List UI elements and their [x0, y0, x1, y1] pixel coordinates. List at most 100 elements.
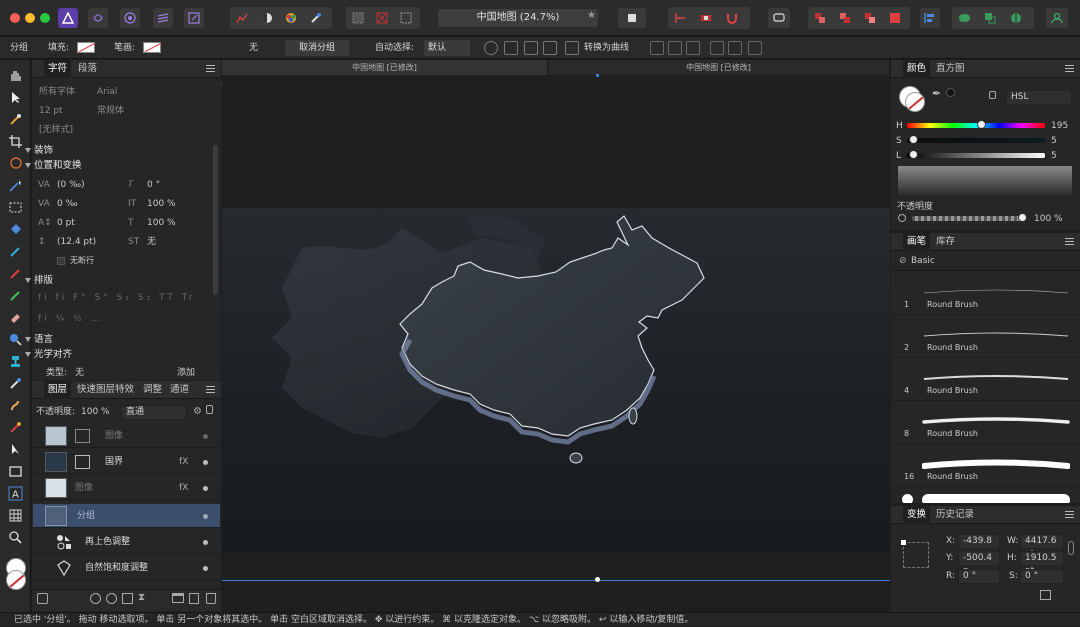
opacity-slider-knob[interactable] — [1018, 213, 1027, 222]
tab-adjustments[interactable]: 调整 — [139, 381, 166, 399]
close-window-button[interactable] — [10, 13, 20, 23]
opacity-value[interactable]: 100 % — [1034, 210, 1063, 228]
width-field[interactable]: 4417.6 pt — [1020, 534, 1064, 559]
brush-item[interactable]: 16 Round Brush — [892, 445, 1080, 487]
layer-visibility-icon[interactable] — [203, 460, 208, 465]
type-value[interactable]: 无 — [75, 364, 84, 382]
saturation-slider[interactable] — [907, 138, 1045, 143]
layer-visibility-icon[interactable] — [203, 434, 208, 439]
language-section[interactable]: 语言 — [24, 332, 53, 348]
selection-brush-icon[interactable] — [8, 156, 23, 171]
healing-brush-icon[interactable] — [8, 376, 23, 391]
live-filter-icon[interactable] — [122, 593, 133, 604]
color-gradient-box[interactable] — [898, 166, 1072, 198]
align-icon[interactable] — [920, 8, 940, 28]
y-field[interactable]: -500.4 p — [958, 551, 1000, 576]
lock-icon[interactable] — [206, 405, 213, 414]
optical-alignment-section[interactable]: 光学对齐 — [24, 347, 72, 363]
align-top-icon[interactable] — [710, 41, 724, 55]
layer-visibility-icon[interactable] — [203, 540, 208, 545]
scale-mode-icon[interactable] — [543, 41, 557, 55]
add-shapes-icon[interactable] — [954, 8, 974, 28]
liquify-persona-icon[interactable] — [120, 8, 140, 28]
font-family-dropdown[interactable]: Arial — [97, 83, 117, 101]
fx-icon[interactable]: fX — [179, 483, 188, 493]
erase-brush-icon[interactable] — [8, 310, 23, 325]
stroke-color-well[interactable] — [905, 92, 925, 112]
move-to-back-icon[interactable] — [810, 8, 830, 28]
vertical-scale-field[interactable]: 100 % — [147, 195, 176, 213]
align-left-icon[interactable] — [650, 41, 664, 55]
canvas-area[interactable]: 中国地图 [已修改] 中国地图 [已修改] — [222, 60, 890, 612]
selection-handle[interactable] — [595, 577, 600, 582]
tab-channels[interactable]: 通道 — [166, 381, 193, 399]
font-collection-dropdown[interactable]: 所有字体 — [39, 83, 75, 101]
tracking-field[interactable]: (0 ‰) — [57, 176, 85, 194]
marquee-tool-icon[interactable] — [8, 200, 23, 215]
move-to-front-icon[interactable] — [885, 8, 905, 28]
layer-visibility-icon[interactable] — [203, 514, 208, 519]
folder-icon[interactable] — [172, 593, 184, 603]
link-aspect-icon[interactable] — [1068, 541, 1074, 555]
view-tool-icon[interactable] — [8, 68, 23, 83]
add-layer-icon[interactable] — [189, 593, 199, 604]
add-button[interactable]: 添加 — [177, 364, 195, 382]
brush-item[interactable]: 4 Round Brush — [892, 359, 1080, 401]
no-break-checkbox[interactable] — [57, 257, 65, 265]
tab-document-2[interactable]: 中国地图 [已修改] — [548, 60, 890, 75]
convert-curves-icon[interactable] — [565, 41, 579, 55]
lightness-value[interactable]: 5 — [1051, 147, 1057, 165]
trash-icon[interactable] — [206, 593, 216, 604]
color-model-dropdown[interactable]: HSL — [1006, 90, 1072, 105]
dodge-tool-icon[interactable] — [8, 332, 23, 347]
clone-brush-icon[interactable] — [8, 354, 23, 369]
rotation-field[interactable]: 0 ° — [958, 569, 1000, 584]
layer-visibility-icon[interactable] — [203, 566, 208, 571]
caps-field[interactable]: 无 — [147, 233, 156, 251]
intersect-shapes-icon[interactable] — [1006, 8, 1026, 28]
auto-color-icon[interactable] — [281, 8, 301, 28]
baseline-field[interactable]: 0 pt — [57, 214, 75, 232]
flood-select-icon[interactable] — [8, 178, 23, 193]
layer-row-selected[interactable]: 分组 — [33, 504, 220, 528]
bounding-box-icon[interactable] — [504, 41, 518, 55]
layer-visibility-icon[interactable] — [203, 486, 208, 491]
tab-quick-fx[interactable]: 快速图层特效 — [73, 381, 138, 399]
tab-layers[interactable]: 图层 — [44, 381, 72, 399]
brush-item[interactable]: 8 Round Brush — [892, 402, 1080, 444]
lightness-slider[interactable] — [907, 153, 1045, 158]
color-lock-icon[interactable] — [989, 91, 996, 99]
transform-menu-icon[interactable] — [1065, 511, 1074, 518]
eyedropper-icon[interactable]: ✒ — [932, 87, 941, 100]
tab-transform[interactable]: 变换 — [903, 506, 931, 524]
auto-contrast-icon[interactable] — [257, 8, 277, 28]
mesh-warp-icon[interactable] — [8, 508, 23, 523]
typography-more-icon[interactable]: fi ¼ ½ … — [38, 314, 118, 326]
layer-row[interactable]: 自然饱和度调整 — [33, 556, 220, 580]
panel-menu-icon[interactable] — [206, 65, 215, 72]
assistant-icon[interactable] — [696, 8, 716, 28]
levels-icon[interactable] — [232, 8, 252, 28]
crop-tool-icon[interactable] — [8, 134, 23, 149]
typography-buttons-icon[interactable]: fi fi F° S° S₁ S₂ TT Tr — [38, 293, 208, 305]
text-tool-icon[interactable]: A — [8, 486, 23, 501]
document-title[interactable]: 中国地图 (24.7%) — [438, 9, 598, 27]
leading-field[interactable]: (12.4 pt) — [57, 233, 96, 251]
convert-to-curves-button[interactable]: 转换为曲线 — [584, 37, 629, 59]
color-menu-icon[interactable] — [1065, 65, 1074, 72]
deselect-icon[interactable] — [372, 8, 392, 28]
layer-row[interactable]: 图像 — [33, 424, 220, 448]
decoration-section[interactable]: 装饰 — [24, 143, 53, 159]
color-picker-tool-icon[interactable] — [8, 112, 23, 127]
shear-field[interactable]: 0 ° — [1020, 569, 1064, 584]
align-middle-icon[interactable] — [728, 41, 742, 55]
move-tool-icon[interactable] — [8, 90, 23, 105]
pixel-tool-icon[interactable] — [8, 288, 23, 303]
flood-fill-tool-icon[interactable] — [8, 222, 23, 237]
transform-origin-icon[interactable] — [484, 41, 498, 55]
tab-document-1[interactable]: 中国地图 [已修改] — [222, 60, 548, 75]
layer-row[interactable]: 国界 fX — [33, 450, 220, 474]
layer-opacity-field[interactable]: 100 % — [81, 403, 110, 421]
red-eye-tool-icon[interactable] — [8, 420, 23, 435]
tab-history[interactable]: 历史记录 — [932, 506, 978, 524]
